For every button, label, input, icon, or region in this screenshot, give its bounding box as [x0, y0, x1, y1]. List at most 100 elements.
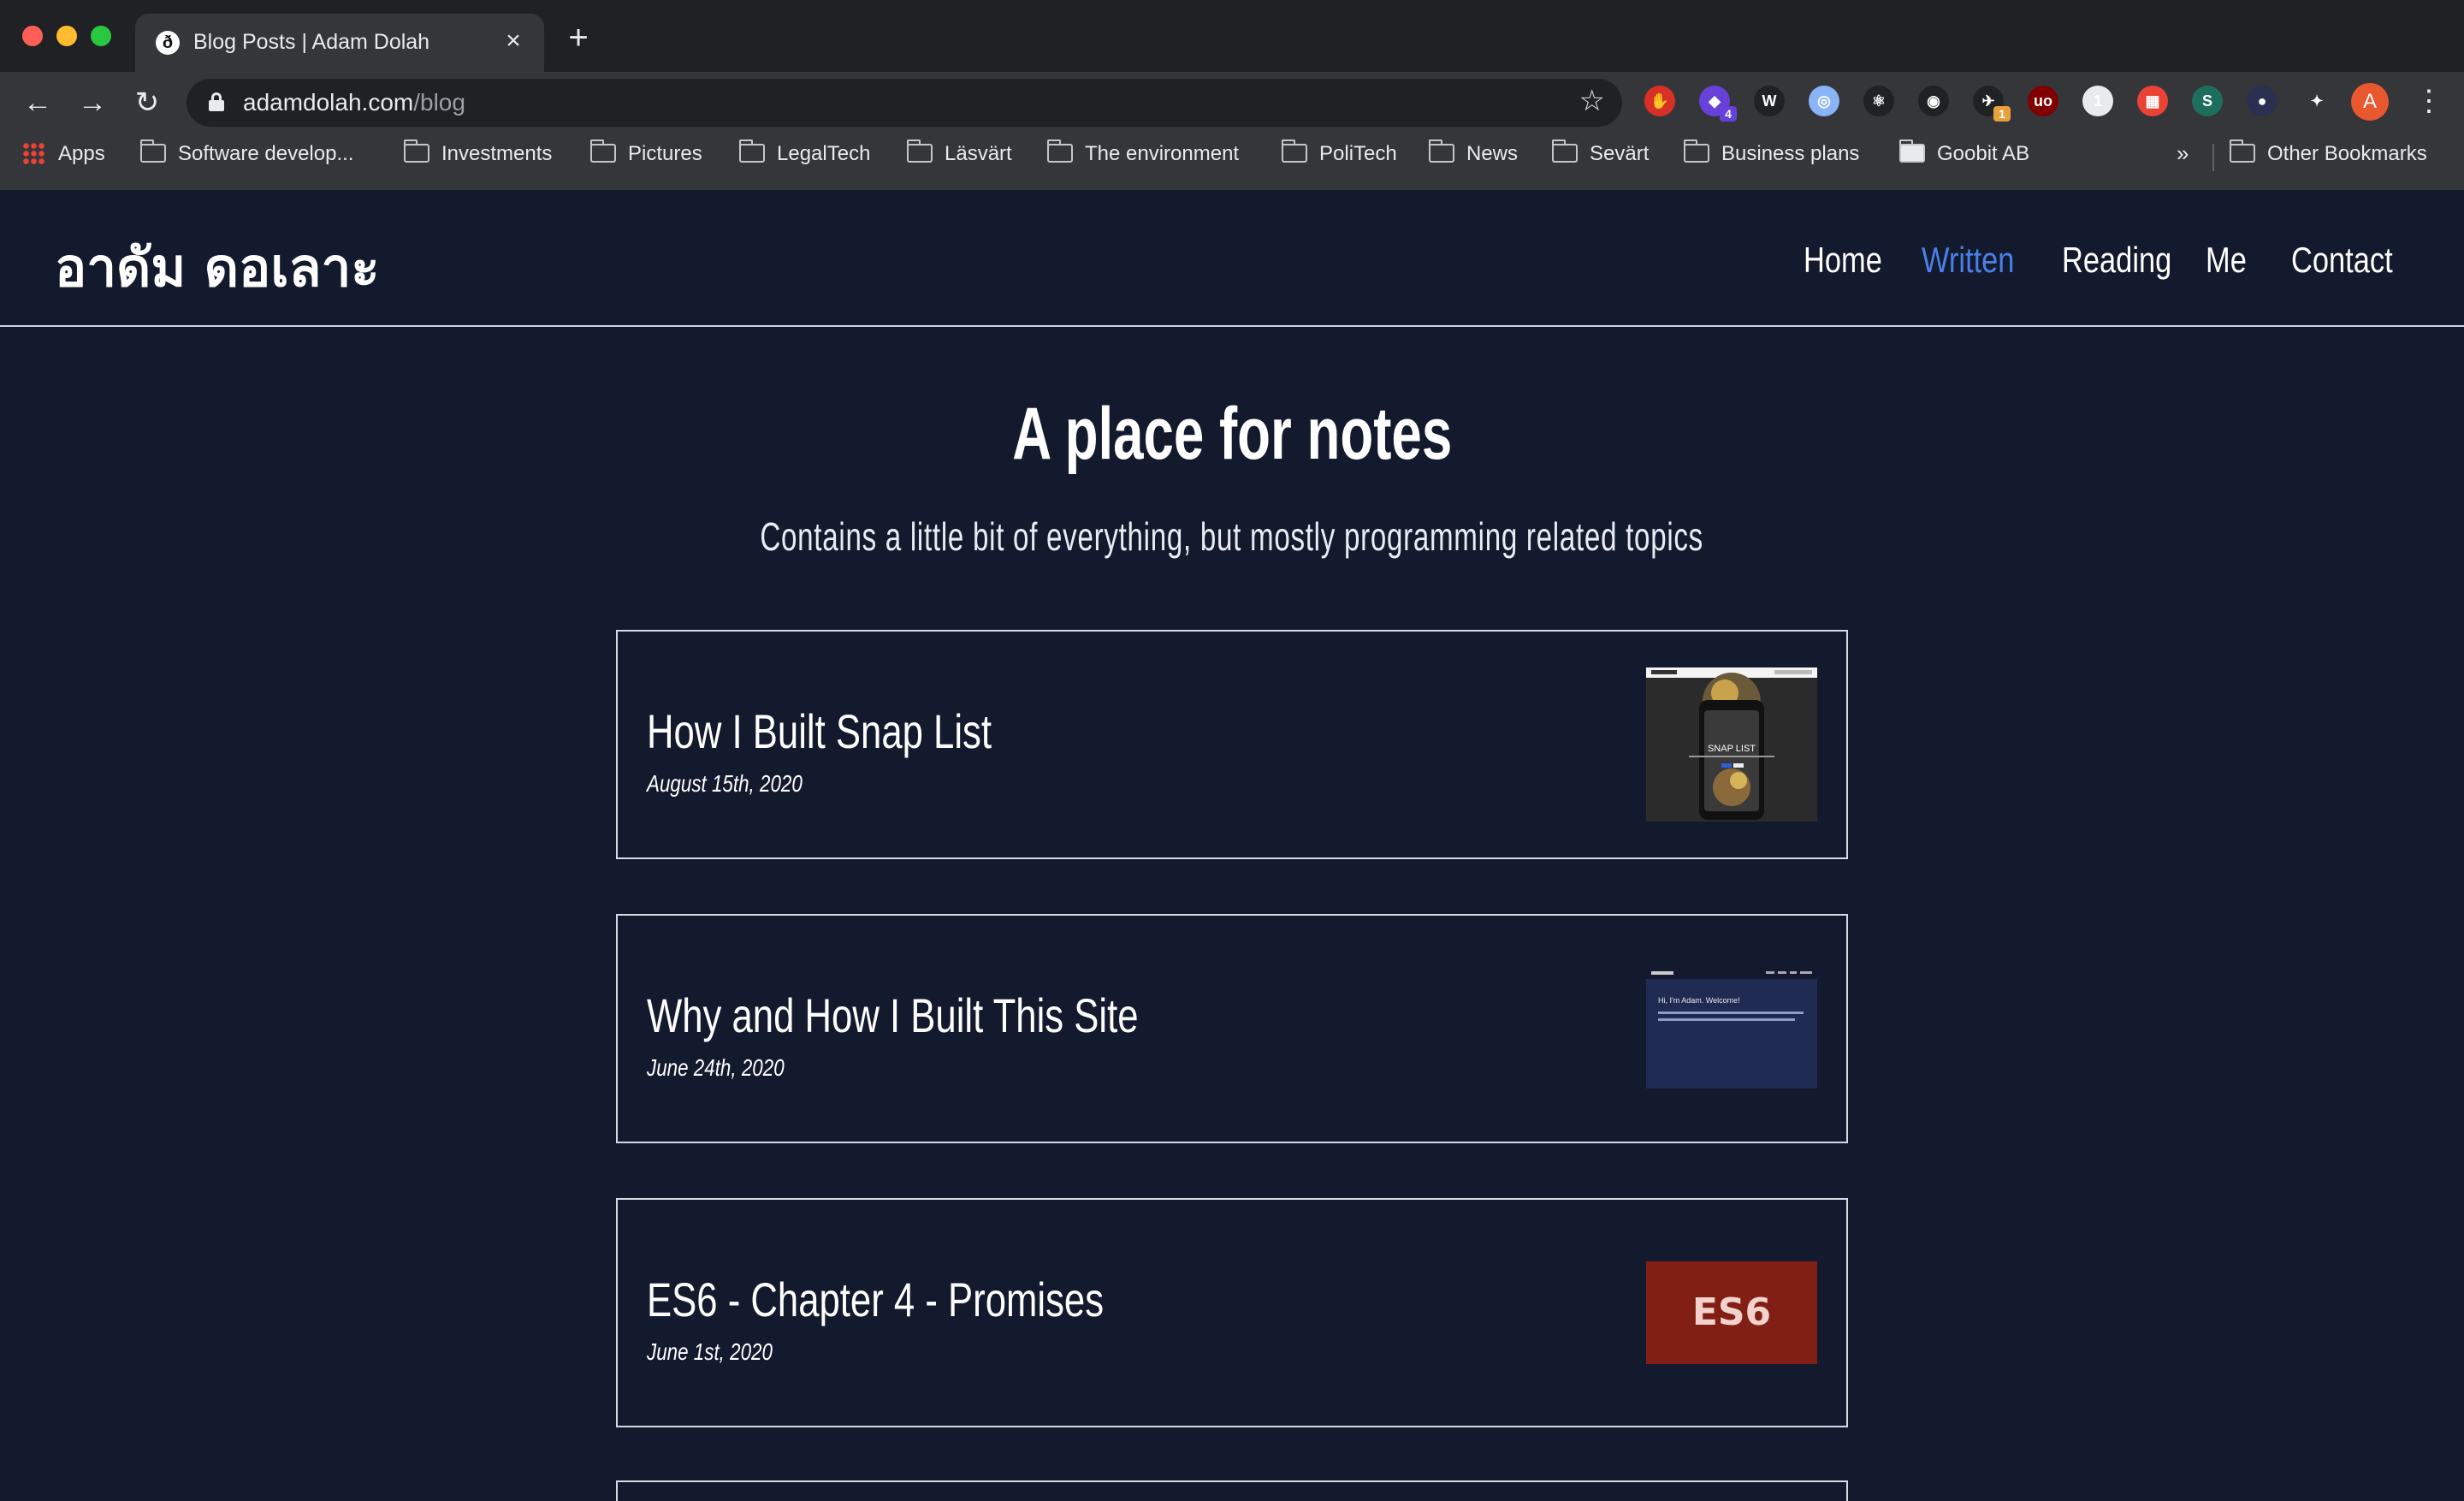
bookmark-legaltech[interactable]: LegalTech	[739, 139, 871, 173]
bookmark-läsvärt[interactable]: Läsvärt	[907, 139, 1012, 173]
bookmarks-bar: Apps Software develop... Investments Pictur…	[0, 137, 2464, 178]
post-date: June 24th, 2020	[647, 1054, 785, 1081]
bookmark-label: Pictures	[628, 142, 702, 165]
page-favicon-icon	[1899, 139, 1925, 163]
nav-reading[interactable]: Reading	[2062, 240, 2171, 281]
bookmark-apps[interactable]: Apps	[22, 142, 105, 173]
bookmark-business-plans[interactable]: Business plans	[1684, 139, 1860, 173]
post-thumbnail[interactable]: ES6	[1646, 1261, 1817, 1364]
menu-kebab-icon[interactable]: ⋮	[2414, 82, 2443, 120]
snap-list-screenshot: SNAP LIST	[1646, 667, 1817, 822]
lock-icon[interactable]	[209, 92, 224, 111]
bookmark-label: The environment	[1085, 142, 1240, 165]
post-date: June 1st, 2020	[647, 1338, 773, 1365]
dark-circle-icon[interactable]: ●	[2247, 86, 2277, 116]
folder-icon	[1552, 139, 1578, 163]
folder-icon	[404, 139, 429, 163]
post-title[interactable]: ES6 - Chapter 4 - Promises	[647, 1272, 1104, 1327]
page-title: A place for notes	[0, 392, 2464, 477]
nav-me[interactable]: Me	[2206, 240, 2247, 281]
apps-grid-icon	[22, 142, 44, 164]
extension-puzzle-4-icon[interactable]: ◆ 4	[1699, 86, 1737, 122]
bookmarks-divider	[2212, 144, 2214, 171]
bookmarks-overflow-chevron[interactable]: »	[2177, 140, 2189, 167]
extension-badge: 1	[1993, 106, 2011, 122]
snap-list-thumb-text: SNAP LIST	[1708, 744, 1756, 754]
post-card[interactable]: How I Built Snap List August 15th, 2020 …	[616, 630, 1848, 859]
bookmark-label: News	[1466, 142, 1519, 165]
ublock-icon[interactable]: uo	[2028, 86, 2058, 116]
page-subtitle: Contains a little bit of everything, but…	[0, 513, 2464, 560]
site-header: อาดัม ดอเลาะ Home Written Reading Me Contact	[0, 190, 2464, 327]
url-path: /blog	[413, 89, 465, 116]
bookmark-label: Business plans	[1721, 142, 1860, 165]
post-card[interactable]: ES6 - Chapter 4 - Promises June 1st, 202…	[616, 1198, 1848, 1427]
reload-icon[interactable]: ↻	[128, 84, 166, 122]
es6-badge-text: ES6	[1691, 1290, 1772, 1334]
bookmark-label: Sevärt	[1590, 142, 1650, 165]
tab-blog-posts[interactable]: ð Blog Posts | Adam Dolah ×	[135, 14, 544, 72]
bookmark-news[interactable]: News	[1429, 139, 1519, 173]
stylus-s-icon[interactable]: S	[2192, 86, 2223, 116]
nav-written[interactable]: Written	[1922, 240, 2014, 281]
bookmark-label: Software develop...	[178, 142, 354, 165]
post-title[interactable]: Why and How I Built This Site	[647, 988, 1139, 1043]
bookmark-pictures[interactable]: Pictures	[590, 139, 702, 173]
folder-icon	[1429, 139, 1454, 163]
profile-avatar[interactable]: A	[2351, 83, 2389, 121]
stop-hand-icon[interactable]: ✋	[1644, 86, 1675, 116]
window-minimize-button[interactable]	[56, 26, 77, 46]
bookmark-the-environment[interactable]: The environment	[1047, 139, 1240, 173]
bookmark-software-develop[interactable]: Software develop...	[140, 139, 354, 173]
bookmark-label: Other Bookmarks	[2267, 142, 2427, 165]
wikiwand-icon[interactable]: W	[1754, 86, 1785, 116]
back-arrow-icon[interactable]: ←	[19, 84, 56, 122]
post-thumbnail[interactable]: Hi, I'm Adam. Welcome!	[1646, 967, 1817, 1089]
puzzle-icon[interactable]: ✦	[2301, 86, 2332, 116]
tab-title: Blog Posts | Adam Dolah	[193, 30, 430, 54]
post-card[interactable]: Why and How I Built This Site June 24th,…	[616, 914, 1848, 1143]
bookmark-other-bookmarks[interactable]: Other Bookmarks	[2230, 139, 2427, 173]
grid-sheet-icon[interactable]: ▦	[2137, 86, 2168, 116]
bookmark-label: Goobit AB	[1937, 142, 2030, 165]
bookmark-label: Apps	[58, 142, 105, 165]
new-tab-button[interactable]: +	[561, 21, 595, 56]
extension-badge: 4	[1720, 106, 1737, 122]
rocket-1-icon[interactable]: ✈ 1	[1973, 86, 2011, 122]
url-text[interactable]: adamdolah.com/blog	[243, 89, 465, 116]
site-logo[interactable]: อาดัม ดอเลาะ	[55, 226, 380, 310]
nav-contact[interactable]: Contact	[2291, 240, 2393, 281]
post-title[interactable]: How I Built Snap List	[647, 703, 992, 759]
browser-chrome: ð Blog Posts | Adam Dolah × + ← → ↻ adam…	[0, 0, 2464, 190]
post-thumbnail[interactable]: SNAP LIST	[1646, 667, 1817, 822]
bookmark-label: PoliTech	[1319, 142, 1397, 165]
target-icon[interactable]: ◉	[1918, 86, 1949, 116]
post-date: August 15th, 2020	[647, 770, 803, 797]
close-tab-icon[interactable]: ×	[498, 26, 529, 56]
bookmark-label: Läsvärt	[945, 142, 1012, 165]
bookmark-label: Investments	[441, 142, 553, 165]
address-bar[interactable]: adamdolah.com/blog ☆	[187, 79, 1622, 127]
react-devtools-icon[interactable]: ⚛	[1863, 86, 1894, 116]
page-title-text: A place for notes	[1012, 393, 1452, 475]
folder-icon	[1047, 139, 1073, 163]
forward-arrow-icon[interactable]: →	[74, 84, 111, 122]
folder-icon	[1684, 139, 1709, 163]
folder-icon	[739, 139, 765, 163]
site-screenshot: Hi, I'm Adam. Welcome!	[1646, 967, 1817, 1089]
bookmark-sevärt[interactable]: Sevärt	[1552, 139, 1650, 173]
bookmark-star-icon[interactable]: ☆	[1579, 84, 1605, 118]
folder-icon	[907, 139, 933, 163]
folder-icon	[590, 139, 616, 163]
window-zoom-button[interactable]	[91, 26, 111, 46]
window-close-button[interactable]	[22, 26, 43, 46]
circle-ring-icon[interactable]: ◎	[1809, 86, 1839, 116]
bookmark-politech[interactable]: PoliTech	[1282, 139, 1397, 173]
folder-icon	[1282, 139, 1307, 163]
bookmark-goobit-ab[interactable]: Goobit AB	[1899, 139, 2030, 173]
one-password-icon[interactable]: 1	[2082, 86, 2113, 116]
bookmark-investments[interactable]: Investments	[404, 139, 553, 173]
nav-home[interactable]: Home	[1804, 240, 1882, 281]
bookmark-label: LegalTech	[777, 142, 871, 165]
post-card[interactable]	[616, 1480, 1848, 1501]
